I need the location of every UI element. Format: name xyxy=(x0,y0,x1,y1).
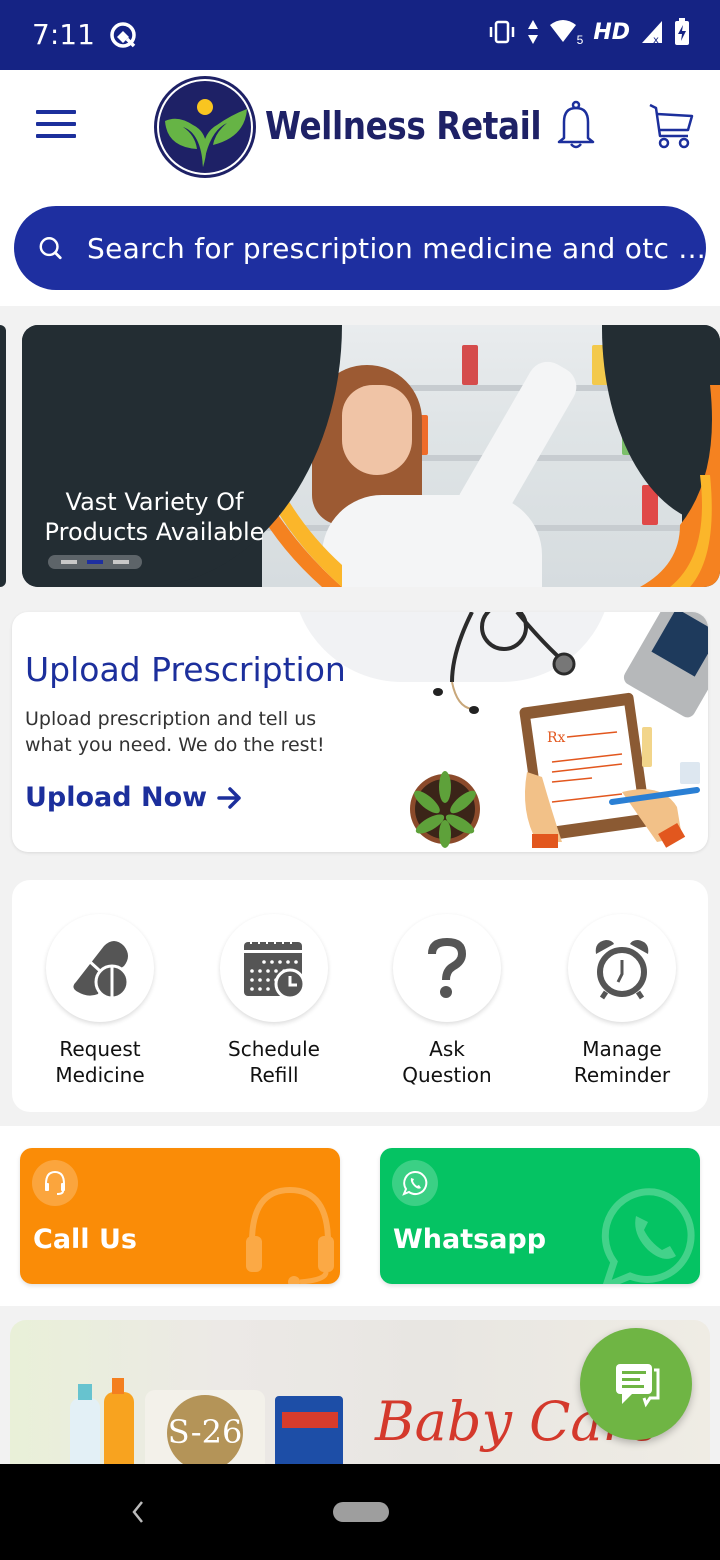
whatsapp-icon xyxy=(402,1170,428,1196)
whatsapp-button[interactable]: Whatsapp xyxy=(380,1148,700,1284)
wifi-badge: 5 xyxy=(576,33,584,47)
carousel-dot-active[interactable] xyxy=(87,560,103,564)
upload-now-button[interactable]: Upload Now xyxy=(25,782,243,813)
previous-slide-peek[interactable] xyxy=(0,325,6,587)
schedule-refill-label: Schedule Refill xyxy=(228,1037,320,1087)
schedule-refill-button[interactable]: Schedule Refill xyxy=(204,914,344,1088)
carousel-indicator xyxy=(48,555,142,569)
back-icon[interactable] xyxy=(130,1500,146,1524)
question-icon xyxy=(428,938,466,998)
call-us-button[interactable]: Call Us xyxy=(20,1148,340,1284)
data-arrows-icon xyxy=(528,20,539,44)
request-medicine-label: Request Medicine xyxy=(55,1037,145,1087)
contact-section: Call Us Whatsapp xyxy=(0,1126,720,1306)
search-icon xyxy=(39,237,62,260)
svg-text:Rx: Rx xyxy=(547,730,566,746)
system-nav-bar xyxy=(0,1464,720,1560)
arrow-right-icon xyxy=(217,786,241,809)
signal-icon: x xyxy=(642,21,662,45)
banner-caption: Vast Variety Of Products Available xyxy=(44,488,265,546)
network-type: HD xyxy=(593,19,630,45)
brand-logo[interactable] xyxy=(153,75,257,179)
prescription-illustration: Rx xyxy=(410,612,708,848)
manage-reminder-button[interactable]: Manage Reminder xyxy=(552,914,692,1088)
calendar-clock-icon xyxy=(244,938,306,1000)
wifi-icon: 5 xyxy=(549,19,584,47)
upload-prescription-card[interactable]: Upload Prescription Upload prescription … xyxy=(12,612,708,852)
search-placeholder: Search for prescription medicine and otc… xyxy=(87,231,706,265)
request-medicine-button[interactable]: Request Medicine xyxy=(30,914,170,1088)
ask-question-label: Ask Question xyxy=(402,1037,492,1087)
headset-icon xyxy=(45,1170,65,1195)
upload-prescription-title: Upload Prescription xyxy=(25,650,346,689)
search-input[interactable]: Search for prescription medicine and otc… xyxy=(14,206,706,290)
hamburger-icon[interactable] xyxy=(36,110,76,140)
brand-name: Wellness Retail xyxy=(265,104,542,148)
app-header: Wellness Retail Search for prescription … xyxy=(0,70,720,306)
hero-banner-carousel[interactable]: Vast Variety Of Products Available xyxy=(22,325,720,587)
carousel-dot[interactable] xyxy=(61,560,77,564)
headset-watermark-icon xyxy=(246,1186,334,1284)
status-time: 7:11 xyxy=(32,18,95,51)
status-bar: 7:11 5 HD x xyxy=(0,0,720,70)
manage-reminder-label: Manage Reminder xyxy=(573,1037,671,1087)
vibrate-icon xyxy=(490,20,515,44)
home-pill-button[interactable] xyxy=(333,1502,389,1522)
bell-icon[interactable] xyxy=(555,100,597,150)
app-notification-icon xyxy=(110,22,136,48)
alarm-clock-icon xyxy=(595,940,649,1000)
whatsapp-watermark-icon xyxy=(601,1188,695,1284)
battery-charging-icon xyxy=(675,18,689,45)
whatsapp-label: Whatsapp xyxy=(393,1224,547,1255)
chat-fab-button[interactable] xyxy=(580,1328,692,1440)
cart-icon[interactable] xyxy=(648,102,694,150)
carousel-dot[interactable] xyxy=(113,560,129,564)
call-us-label: Call Us xyxy=(33,1224,137,1255)
quick-actions-panel: Request Medicine Schedule Refill Ask Que… xyxy=(12,880,708,1112)
orange-swoosh-right xyxy=(640,385,720,587)
ask-question-button[interactable]: Ask Question xyxy=(377,914,517,1088)
svg-text:x: x xyxy=(653,35,659,45)
pills-icon xyxy=(73,941,130,1000)
upload-prescription-description: Upload prescription and tell us what you… xyxy=(25,708,325,756)
svg-text:S-26: S-26 xyxy=(168,1413,243,1451)
chat-icon xyxy=(616,1364,660,1408)
